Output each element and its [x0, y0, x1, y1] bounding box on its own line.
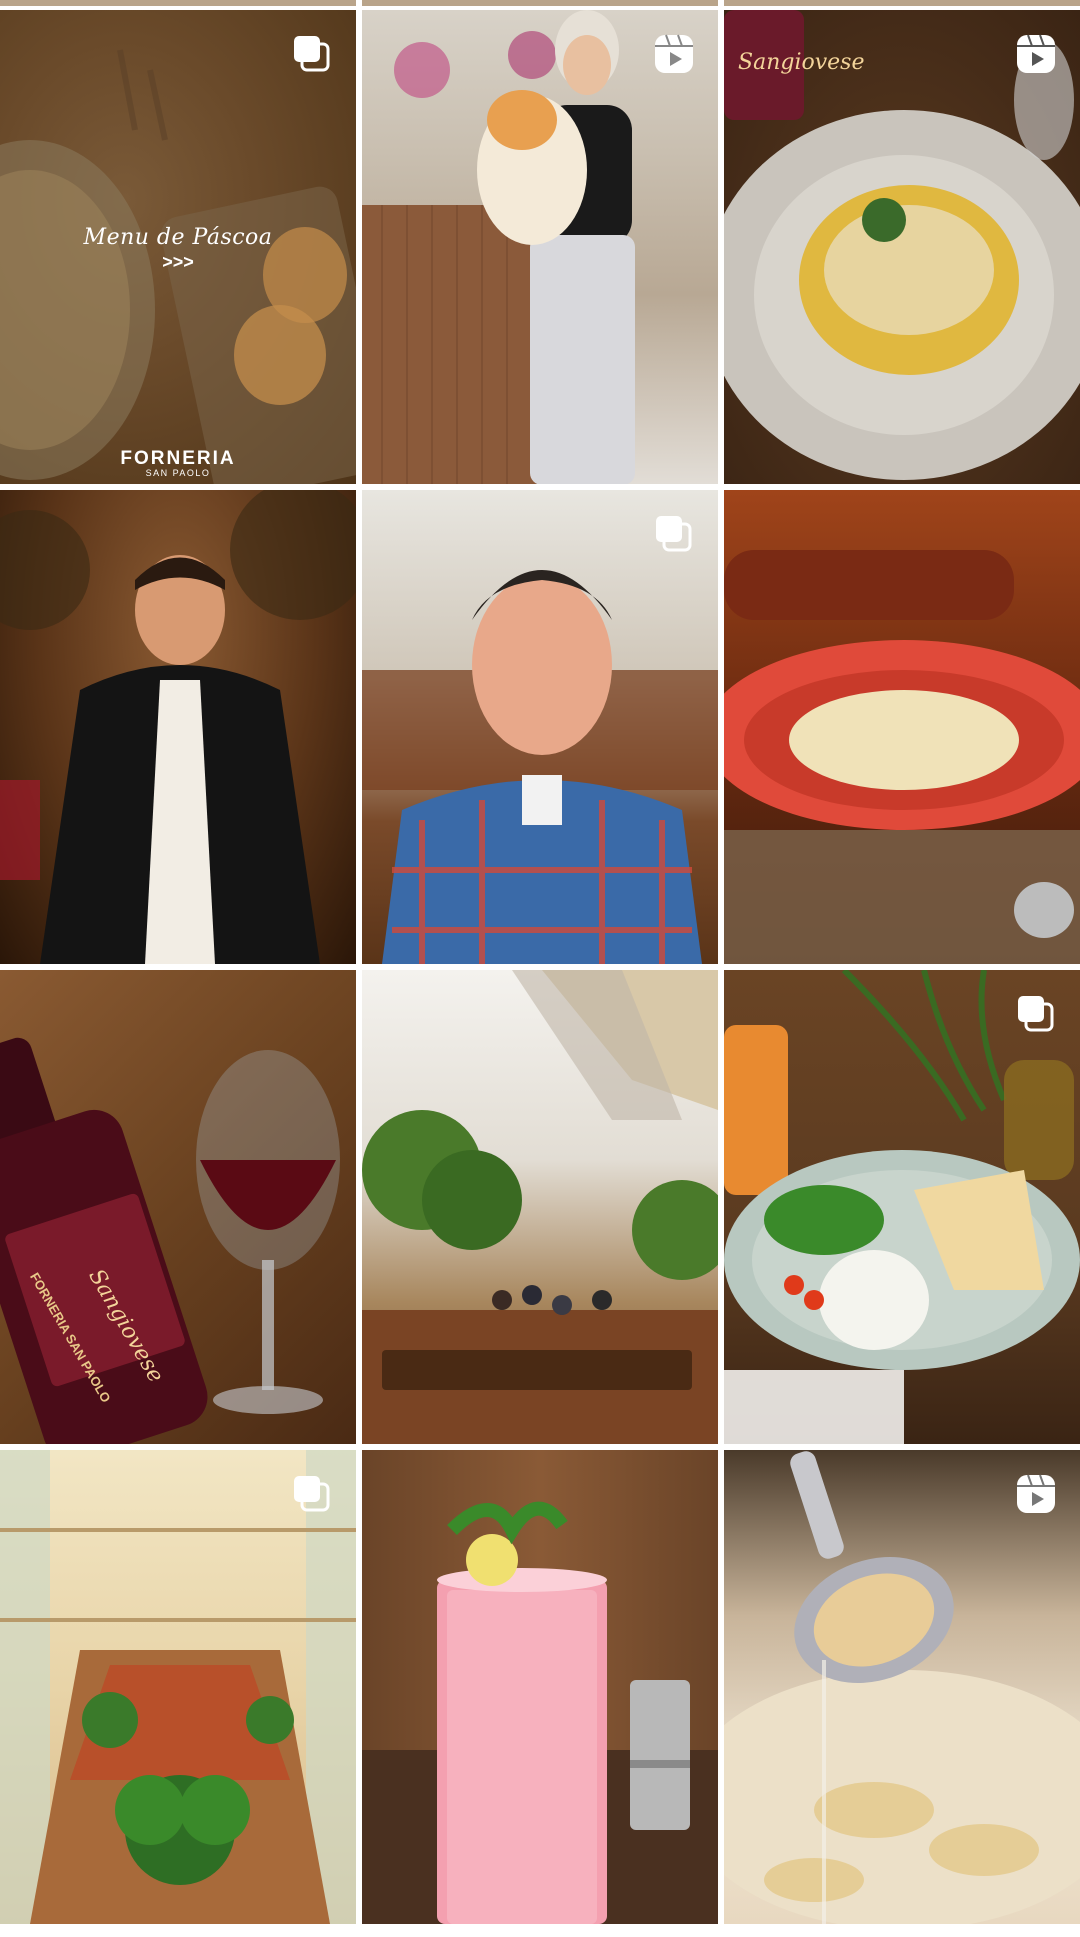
profile-post-grid: Menu de Páscoa >>> FORNERIA SAN PAOLO Sa… — [0, 10, 1080, 1924]
reel-icon — [652, 32, 696, 76]
carousel-icon — [290, 1472, 334, 1516]
burrata-plate-graphic — [724, 970, 1080, 1444]
post-spaghetti-red-plate[interactable] — [724, 490, 1080, 964]
man-plaid-graphic — [362, 570, 718, 964]
post-pasta-carbonara[interactable]: Sangiovese — [724, 10, 1080, 484]
man-suit-graphic — [0, 490, 356, 964]
previous-row-tile — [724, 0, 1080, 6]
post-man-plaid-shirt[interactable] — [362, 490, 718, 964]
interior-graphic — [362, 970, 718, 1444]
brand-logo-text: FORNERIA — [120, 448, 236, 469]
carousel-icon — [290, 32, 334, 76]
pasta-plate-graphic — [724, 10, 1080, 480]
reel-icon — [1014, 1472, 1058, 1516]
wine-bottle-glass-graphic — [0, 1037, 340, 1444]
post-pink-drink[interactable] — [362, 1450, 718, 1924]
carousel-icon — [1014, 992, 1058, 1036]
post-tortellini-spoon[interactable] — [724, 1450, 1080, 1924]
post-burrata-focaccia[interactable] — [724, 970, 1080, 1444]
previous-row-tile — [362, 0, 718, 6]
post-restaurant-interior[interactable] — [362, 970, 718, 1444]
spaghetti-graphic — [724, 550, 1080, 964]
carousel-icon — [652, 512, 696, 556]
post-man-in-suit[interactable] — [0, 490, 356, 964]
bottle-label: Sangiovese — [738, 50, 865, 75]
post-woman-with-dog[interactable] — [362, 10, 718, 484]
brand-subtitle: SAN PAOLO — [145, 468, 211, 478]
mall-illustration-graphic — [0, 1450, 356, 1924]
previous-row-tile — [0, 0, 356, 6]
woman-dog-graphic — [362, 10, 635, 484]
pink-drink-graphic — [362, 1501, 718, 1924]
previous-row-strip — [0, 0, 1080, 6]
tortellini-graphic — [724, 1451, 1080, 1924]
post-mall-illustration[interactable] — [0, 1450, 356, 1924]
menu-title: Menu de Páscoa — [83, 225, 273, 250]
reel-icon — [1014, 32, 1058, 76]
post-menu-pascoa[interactable]: Menu de Páscoa >>> FORNERIA SAN PAOLO — [0, 10, 356, 484]
post-red-wine[interactable]: FORNERIA SAN PAOLO Sangiovese — [0, 970, 356, 1444]
menu-arrows: >>> — [162, 252, 194, 272]
